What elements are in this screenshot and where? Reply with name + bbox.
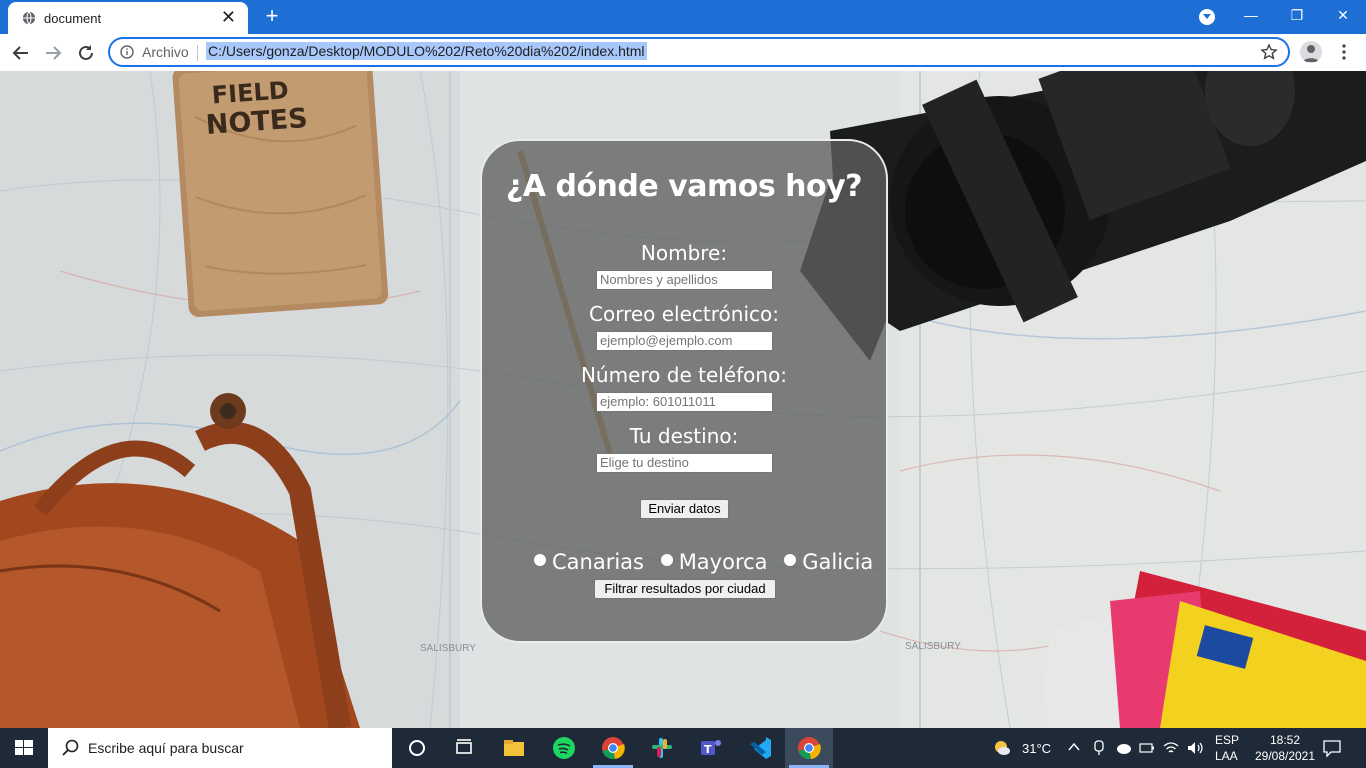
close-window-button[interactable]: ✕ — [1320, 0, 1366, 34]
map-town-label: SALISBURY — [420, 643, 476, 654]
browser-tab[interactable]: document ✕ — [8, 2, 248, 34]
radio-canarias[interactable] — [534, 554, 546, 566]
wifi-icon[interactable] — [1163, 740, 1179, 756]
reload-icon[interactable] — [75, 42, 97, 64]
submit-button[interactable]: Enviar datos — [640, 499, 729, 519]
minimize-button[interactable]: — — [1228, 0, 1274, 34]
search-placeholder: Escribe aquí para buscar — [88, 740, 244, 756]
tab-strip: document ✕ + — ❐ ✕ — [0, 0, 1366, 34]
weather-temp: 31°C — [1022, 741, 1052, 756]
destination-field[interactable]: Elige tu destino — [596, 453, 773, 473]
city-radio-group: Canarias Mayorca Galicia — [530, 549, 879, 575]
input-language[interactable]: ESP — [1215, 733, 1239, 747]
omnibox-divider — [197, 45, 198, 61]
bookmark-star-icon[interactable] — [1260, 43, 1278, 61]
notebook: FIELD NOTES — [172, 71, 389, 317]
chrome-icon — [798, 737, 821, 760]
radio-galicia[interactable] — [784, 554, 797, 566]
destination-label: Tu destino: — [629, 424, 739, 448]
tab-title: document — [44, 11, 102, 26]
forward-icon[interactable] — [42, 42, 64, 64]
chrome-icon[interactable] — [599, 734, 627, 762]
email-field[interactable]: ejemplo@ejemplo.com — [596, 331, 773, 351]
chevron-up-icon[interactable] — [1068, 742, 1080, 752]
email-label: Correo electrónico: — [589, 302, 779, 326]
clock-date[interactable]: 29/08/2021 — [1247, 749, 1323, 763]
vscode-icon[interactable] — [746, 734, 774, 762]
svg-text:T: T — [704, 743, 712, 756]
restore-button[interactable]: ❐ — [1274, 0, 1320, 34]
url-text[interactable]: C:/Users/gonza/Desktop/MODULO%202/Reto%2… — [206, 42, 647, 60]
scheme-label: Archivo — [142, 44, 189, 60]
tab-search-button[interactable] — [1199, 9, 1215, 25]
map-town-label-2: SALISBURY — [905, 641, 961, 652]
chevron-down-icon — [1203, 14, 1211, 19]
windows-start-icon[interactable] — [0, 728, 48, 768]
address-bar[interactable]: Archivo C:/Users/gonza/Desktop/MODULO%20… — [108, 37, 1290, 67]
clock-time[interactable]: 18:52 — [1264, 733, 1306, 747]
file-explorer-icon[interactable] — [500, 734, 528, 762]
teams-icon[interactable]: T — [697, 734, 725, 762]
more-menu-icon[interactable] — [1338, 42, 1350, 62]
search-icon — [62, 739, 79, 756]
radio-mayorca[interactable] — [660, 554, 673, 566]
page-title: ¿A dónde vamos hoy? — [505, 169, 863, 204]
radio-label-mayorca: Mayorca — [678, 550, 768, 574]
name-field[interactable]: Nombres y apellidos — [596, 270, 773, 290]
onedrive-icon[interactable] — [1114, 741, 1132, 755]
notifications-icon[interactable] — [1322, 738, 1342, 758]
form-card: ¿A dónde vamos hoy? Nombre: Nombres y ap… — [480, 139, 888, 643]
globe-icon — [22, 11, 36, 25]
back-icon[interactable] — [10, 42, 32, 64]
task-view-icon[interactable] — [450, 734, 478, 762]
filter-button[interactable]: Filtrar resultados por ciudad — [594, 579, 776, 599]
battery-icon[interactable] — [1139, 742, 1155, 754]
profile-avatar-icon[interactable] — [1300, 41, 1322, 63]
active-chrome-window[interactable] — [785, 728, 833, 768]
keyboard-layout[interactable]: LAA — [1215, 749, 1238, 763]
taskbar-search[interactable]: Escribe aquí para buscar — [48, 728, 392, 768]
volume-icon[interactable] — [1186, 740, 1204, 756]
phone-label: Número de teléfono: — [580, 363, 788, 387]
browser-toolbar: Archivo C:/Users/gonza/Desktop/MODULO%20… — [0, 34, 1366, 71]
cortana-icon[interactable] — [403, 734, 431, 762]
radio-label-galicia: Galicia — [802, 550, 874, 574]
radio-label-canarias: Canarias — [552, 550, 644, 574]
windows-taskbar: Escribe aquí para buscar T 31°C ESP LAA … — [0, 728, 1366, 768]
spotify-icon[interactable] — [550, 734, 578, 762]
info-icon[interactable] — [120, 45, 134, 59]
name-label: Nombre: — [640, 241, 728, 265]
weather-icon[interactable] — [992, 738, 1012, 758]
tab-close-icon[interactable]: ✕ — [221, 8, 236, 26]
phone-field[interactable]: ejemplo: 601011011 — [596, 392, 773, 412]
new-tab-button[interactable]: + — [262, 4, 282, 28]
slack-icon[interactable] — [648, 734, 676, 762]
meet-now-icon[interactable] — [1092, 740, 1106, 756]
page-viewport: SALISBURY SALISBURY FIELD NOTES ¿A dónde… — [0, 71, 1366, 728]
